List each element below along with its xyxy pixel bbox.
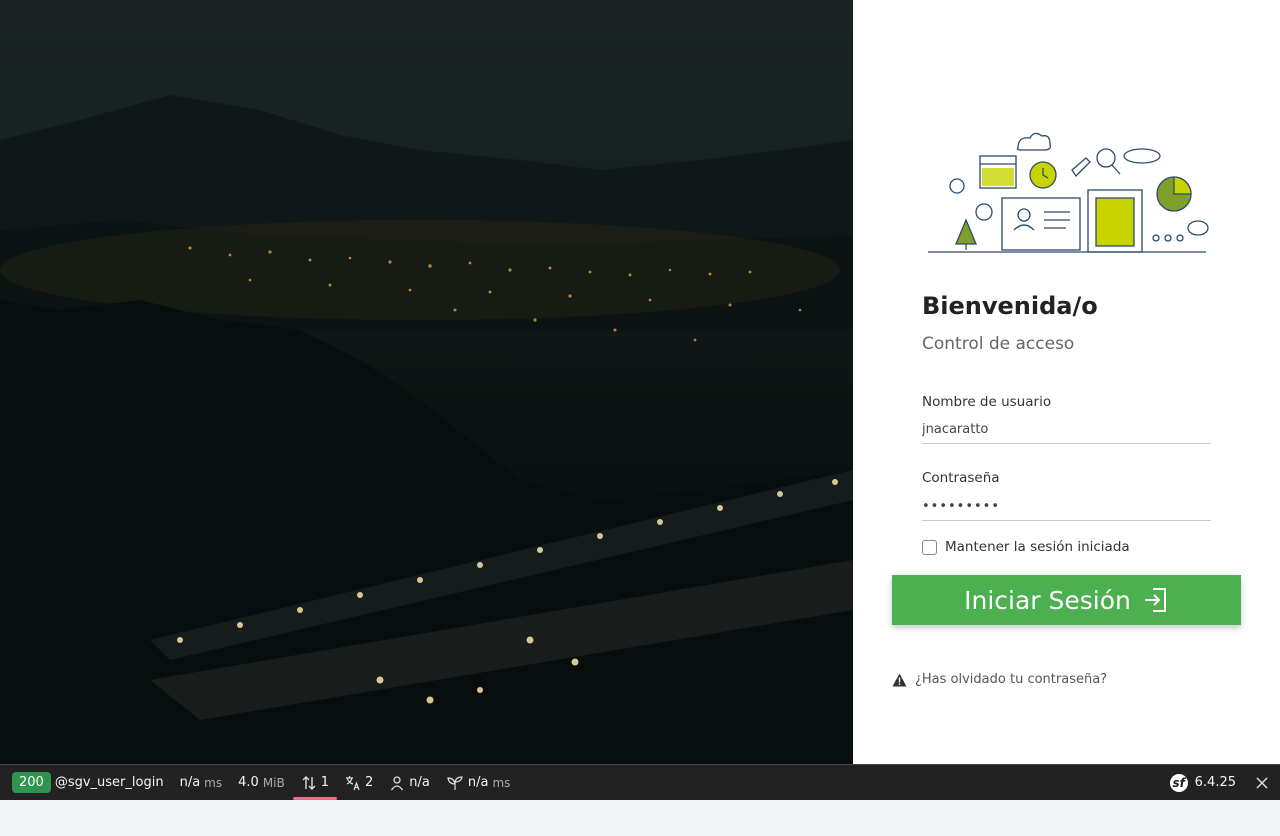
toolbar-right: sf 6.4.25 xyxy=(1162,765,1280,801)
toolbar-request-status[interactable]: 200 @sgv_user_login xyxy=(0,765,172,801)
toolbar-close-button[interactable] xyxy=(1244,765,1280,801)
close-icon xyxy=(1256,776,1268,789)
forgot-password-link[interactable]: ¿Has olvidado tu contraseña? xyxy=(892,672,1107,687)
debug-toolbar: 200 @sgv_user_login n/a ms 4.0 MiB 1 2 n… xyxy=(0,764,1280,800)
translations-count: 2 xyxy=(365,775,374,790)
toolbar-twig[interactable]: n/a ms xyxy=(438,765,519,801)
login-panel: Bienvenida/o Control de acceso Nombre de… xyxy=(853,0,1280,764)
arrows-up-down-icon xyxy=(302,775,316,790)
time-unit: ms xyxy=(204,775,223,790)
twig-value: n/a xyxy=(467,775,489,790)
page-subtitle: Control de acceso xyxy=(922,334,1075,354)
toolbar-user[interactable]: n/a xyxy=(381,765,438,801)
user-icon xyxy=(391,775,404,790)
toolbar-translations[interactable]: 2 xyxy=(337,765,381,801)
sign-in-icon xyxy=(1144,588,1166,612)
symfony-version: 6.4.25 xyxy=(1194,775,1236,790)
login-page: Bienvenida/o Control de acceso Nombre de… xyxy=(0,0,1280,764)
office-tools-illustration xyxy=(928,132,1209,253)
password-label: Contraseña xyxy=(922,470,1000,486)
password-input[interactable] xyxy=(922,493,1211,521)
forgot-password-text: ¿Has olvidado tu contraseña? xyxy=(915,672,1108,687)
remember-me-label: Mantener la sesión iniciada xyxy=(945,539,1130,555)
remember-me[interactable]: Mantener la sesión iniciada xyxy=(922,539,1130,555)
memory-unit: MiB xyxy=(262,775,285,790)
login-button-label: Iniciar Sesión xyxy=(964,585,1131,615)
memory-value: 4.0 xyxy=(238,775,259,790)
remember-me-checkbox[interactable] xyxy=(922,539,937,555)
status-badge: 200 xyxy=(12,772,51,793)
username-label: Nombre de usuario xyxy=(922,394,1052,410)
username-input[interactable] xyxy=(922,416,1211,444)
time-value: n/a xyxy=(179,775,201,790)
background-city-night-photo xyxy=(0,0,853,764)
route-name: @sgv_user_login xyxy=(54,775,164,790)
user-value: n/a xyxy=(409,775,430,790)
symfony-logo-icon: sf xyxy=(1169,773,1188,792)
twig-unit: ms xyxy=(492,775,511,790)
login-button[interactable]: Iniciar Sesión xyxy=(892,575,1241,625)
toolbar-time[interactable]: n/a ms xyxy=(172,765,231,801)
page-title: Bienvenida/o xyxy=(922,292,1098,320)
page-bottom-strip xyxy=(0,800,1280,836)
warning-icon xyxy=(892,673,907,686)
twig-leaf-icon xyxy=(447,775,463,790)
requests-count: 1 xyxy=(320,775,330,790)
toolbar-memory[interactable]: 4.0 MiB xyxy=(230,765,293,801)
toolbar-symfony-version[interactable]: sf 6.4.25 xyxy=(1162,765,1244,801)
translation-icon xyxy=(346,775,360,790)
toolbar-requests[interactable]: 1 xyxy=(292,765,338,801)
